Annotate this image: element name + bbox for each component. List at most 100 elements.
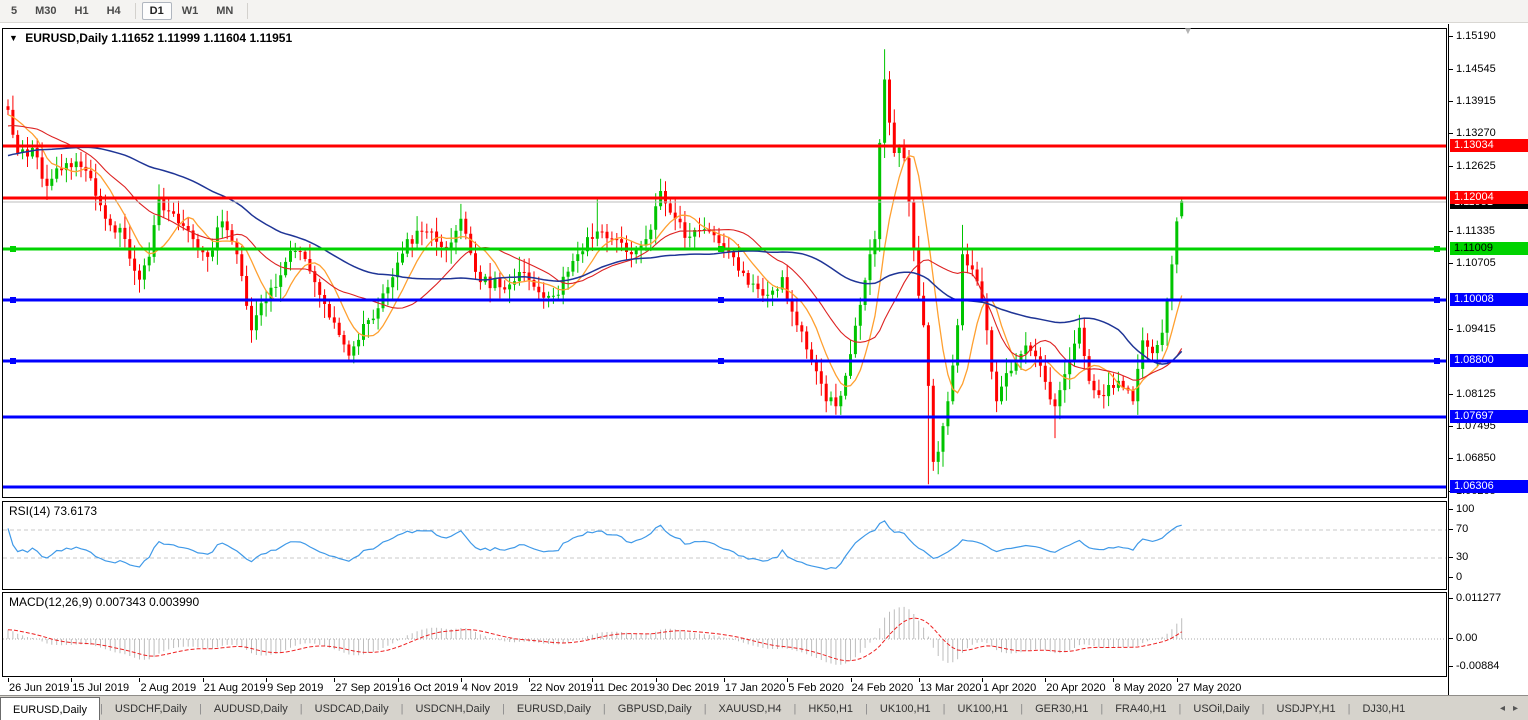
rsi-panel[interactable]: RSI(14) 73.6173	[2, 501, 1447, 590]
chart-tab-eurusd-daily[interactable]: EURUSD,Daily	[0, 697, 100, 720]
price-chip-support-1: 1.11009	[1450, 242, 1528, 255]
hline-1.11009-handle[interactable]	[1434, 246, 1440, 252]
timeframe-button-5[interactable]: 5	[3, 2, 25, 20]
macd-chart[interactable]	[3, 593, 1446, 676]
chart-tab-usdjpy-h1[interactable]: USDJPY,H1	[1265, 696, 1348, 720]
hline-1.10008-handle[interactable]	[10, 297, 16, 303]
mt4-chart-window: 5M30H1H4 D1W1MN ▼ EURUSD,Daily 1.11652 1.…	[0, 0, 1528, 720]
chart-symbol-label: EURUSD,Daily	[25, 31, 108, 45]
price-chip-resistance-2: 1.12004	[1450, 191, 1528, 204]
price-chip-resistance-1: 1.13034	[1450, 139, 1528, 152]
hline-1.10008-handle[interactable]	[1434, 297, 1440, 303]
timeframe-toolbar: 5M30H1H4 D1W1MN	[0, 0, 1528, 23]
price-chip-support-3: 1.08800	[1450, 354, 1528, 367]
chart-tab-bar: EURUSD,Daily|USDCHF,Daily|AUDUSD,Daily|U…	[0, 695, 1528, 720]
hline-1.10008[interactable]	[3, 299, 1446, 302]
price-tick-1.15190: 1.15190	[1456, 30, 1496, 42]
price-tick-1.06850: 1.06850	[1456, 452, 1496, 464]
hline-1.08800-handle[interactable]	[1434, 358, 1440, 364]
date-label: 24 Feb 2020	[852, 682, 914, 694]
toolbar-separator	[135, 3, 136, 19]
chart-tab-usdchf-daily[interactable]: USDCHF,Daily	[103, 696, 199, 720]
chart-tab-fra40-h1[interactable]: FRA40,H1	[1103, 696, 1178, 720]
chart-tab-uk100-h1[interactable]: UK100,H1	[946, 696, 1021, 720]
chart-tab-usoil-daily[interactable]: USOil,Daily	[1181, 696, 1261, 720]
price-chip-support-5: 1.06306	[1450, 480, 1528, 493]
symbol-dropdown-triangle-icon[interactable]: ▼	[9, 33, 18, 43]
chart-tab-audusd-daily[interactable]: AUDUSD,Daily	[202, 696, 300, 720]
rsi-axis-70: 70	[1456, 523, 1468, 535]
price-chip-support-2: 1.10008	[1450, 293, 1528, 306]
date-label: 11 Dec 2019	[593, 682, 655, 694]
hline-1.11009[interactable]	[3, 248, 1446, 251]
timeframe-button-mn[interactable]: MN	[208, 2, 241, 20]
chart-tab-usdcad-daily[interactable]: USDCAD,Daily	[303, 696, 401, 720]
candlestick-chart[interactable]	[3, 29, 1446, 497]
chart-tab-gbpusd-daily[interactable]: GBPUSD,Daily	[606, 696, 704, 720]
price-tick-1.11335: 1.11335	[1456, 225, 1495, 237]
chart-tab-dj30-h1[interactable]: DJ30,H1	[1350, 696, 1417, 720]
hline-1.11009-handle[interactable]	[718, 246, 724, 252]
date-label: 2 Aug 2019	[140, 682, 196, 694]
date-label: 1 Apr 2020	[983, 682, 1036, 694]
chart-tab-uk100-h1[interactable]: UK100,H1	[868, 696, 943, 720]
ma-mid-line	[8, 126, 1182, 381]
hline-1.10008-handle[interactable]	[718, 297, 724, 303]
rsi-axis-0: 0	[1456, 571, 1462, 583]
chart-tab-usdcnh-daily[interactable]: USDCNH,Daily	[403, 696, 502, 720]
price-tick-1.10705: 1.10705	[1456, 257, 1496, 269]
hline-1.13034[interactable]	[3, 145, 1446, 148]
date-label: 15 Jul 2019	[72, 682, 129, 694]
price-tick-1.09415: 1.09415	[1456, 323, 1496, 335]
hline-1.07697[interactable]	[3, 416, 1446, 419]
tab-scroll-arrows: ◂▸	[1490, 696, 1528, 720]
macd-axis--0.00884: -0.00884	[1456, 660, 1499, 672]
chart-tab-ger30-h1[interactable]: GER30,H1	[1023, 696, 1100, 720]
hline-1.08800-handle[interactable]	[10, 358, 16, 364]
date-label: 20 Apr 2020	[1046, 682, 1105, 694]
macd-axis-0.011277: 0.011277	[1456, 592, 1501, 604]
price-tick-1.08125: 1.08125	[1456, 388, 1496, 400]
macd-label: MACD(12,26,9) 0.007343 0.003990	[9, 595, 199, 609]
date-label: 5 Feb 2020	[788, 682, 844, 694]
timeframe-button-d1[interactable]: D1	[142, 2, 172, 20]
timeframe-button-h4[interactable]: H4	[99, 2, 129, 20]
rsi-chart[interactable]	[3, 502, 1446, 589]
date-label: 27 Sep 2019	[335, 682, 397, 694]
chart-shift-marker-icon[interactable]: ▼	[1183, 26, 1193, 37]
date-label: 9 Sep 2019	[267, 682, 323, 694]
price-tick-1.13270: 1.13270	[1456, 127, 1496, 139]
current-price-line[interactable]	[3, 202, 1446, 203]
macd-panel[interactable]: MACD(12,26,9) 0.007343 0.003990	[2, 592, 1447, 677]
rsi-axis-100: 100	[1456, 503, 1474, 515]
date-label: 4 Nov 2019	[462, 682, 518, 694]
timeframe-button-h1[interactable]: H1	[67, 2, 97, 20]
date-label: 27 May 2020	[1178, 682, 1242, 694]
hline-1.11009-handle[interactable]	[10, 246, 16, 252]
timeframe-button-m30[interactable]: M30	[27, 2, 64, 20]
date-label: 21 Aug 2019	[204, 682, 266, 694]
date-label: 17 Jan 2020	[725, 682, 786, 694]
date-axis[interactable]: 26 Jun 201915 Jul 20192 Aug 201921 Aug 2…	[2, 678, 1448, 695]
tab-scroll-right-icon[interactable]: ▸	[1513, 703, 1518, 714]
main-chart-panel[interactable]: ▼ EURUSD,Daily 1.11652 1.11999 1.11604 1…	[2, 28, 1447, 498]
price-chip-support-4: 1.07697	[1450, 410, 1528, 423]
chart-tab-hk50-h1[interactable]: HK50,H1	[796, 696, 865, 720]
hline-1.12004[interactable]	[3, 197, 1446, 200]
tab-scroll-left-icon[interactable]: ◂	[1500, 703, 1505, 714]
timeframe-button-w1[interactable]: W1	[174, 2, 207, 20]
date-label: 22 Nov 2019	[530, 682, 592, 694]
price-axis[interactable]: 1.151901.145451.139151.132701.126251.113…	[1448, 24, 1528, 695]
rsi-label: RSI(14) 73.6173	[9, 504, 97, 518]
chart-tab-xauusd-h4[interactable]: XAUUSD,H4	[707, 696, 794, 720]
hline-1.06306[interactable]	[3, 486, 1446, 489]
rsi-axis-30: 30	[1456, 551, 1468, 563]
candlestick-up-wicks	[23, 49, 1182, 474]
price-tick-1.12625: 1.12625	[1456, 160, 1496, 172]
chart-tab-eurusd-daily[interactable]: EURUSD,Daily	[505, 696, 603, 720]
chart-ohlc-values: 1.11652 1.11999 1.11604 1.11951	[111, 31, 292, 45]
price-tick-1.13915: 1.13915	[1456, 95, 1496, 107]
toolbar-separator	[247, 3, 248, 19]
hline-1.08800[interactable]	[3, 360, 1446, 363]
hline-1.08800-handle[interactable]	[718, 358, 724, 364]
